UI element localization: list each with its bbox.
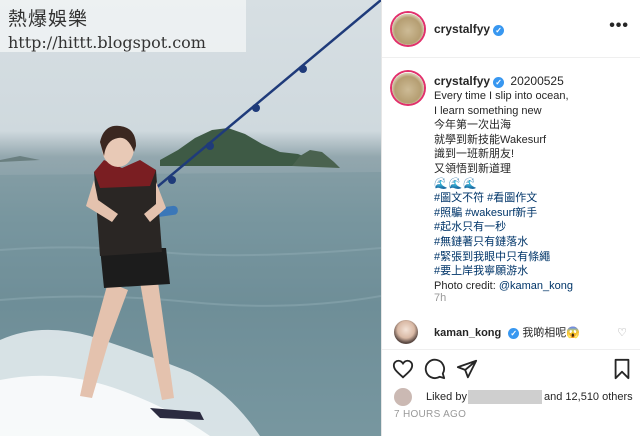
liker-avatar[interactable] [394,388,412,406]
caption-line: I learn something new [434,104,542,117]
caption-author-avatar[interactable] [392,72,424,104]
commenter-username[interactable]: kaman_kong [434,327,501,339]
liked-by-prefix: Liked by [426,391,467,403]
verified-badge-icon: ✓ [493,77,505,88]
watermark: 熱爆娛樂 http://hittt.blogspot.com [0,0,246,52]
caption-line: Every time I slip into ocean, [434,90,569,102]
caption-line: 識到一班新朋友! [434,148,515,161]
comment-like-icon[interactable]: ♡ [617,326,627,339]
caption-hashtag-line[interactable]: #圖文不符 #看圖作文 [434,191,634,206]
caption-line: 今年第一次出海 [434,119,511,132]
caption-line: 就學到新技能Wakesurf [434,133,547,146]
verified-badge-icon: ✓ [508,328,520,339]
watermark-url: http://hittt.blogspot.com [8,33,206,52]
comment-row: kaman_kong ✓ 我啲相呢😱 ♡ [382,312,640,350]
caption-hashtag-line[interactable]: #照騙 #wakesurf新手 [434,206,634,221]
more-options-icon[interactable]: ••• [609,17,629,35]
verified-badge-icon: ✓ [493,25,505,36]
author-username-row: crystalfyy ✓ [434,22,505,36]
likes-row: Liked by and 12,510 others [394,387,639,407]
comment-icon[interactable] [424,358,446,380]
caption-username[interactable]: crystalfyy [434,74,490,88]
likes-count[interactable]: and 12,510 others [544,391,633,403]
post-side-panel: crystalfyy ✓ ••• crystalfyy ✓ 20200525 Eve… [381,0,640,436]
watermark-title: 熱爆娛樂 [8,8,89,30]
caption-hashtag-line[interactable]: #起水只有一秒 [434,220,634,235]
comment-text-row: kaman_kong ✓ 我啲相呢😱 [434,324,580,340]
caption-credit-line[interactable]: Photo credit: @kaman_kong [434,279,634,294]
author-username[interactable]: crystalfyy [434,22,490,36]
post-time-ago: 7 HOURS AGO [394,409,467,420]
share-icon[interactable] [456,358,478,380]
caption-text: Every time I slip into ocean, I learn som… [434,89,634,293]
liker-name-redacted [468,390,542,404]
action-bar [382,354,640,384]
author-avatar[interactable] [392,13,424,45]
heart-icon[interactable] [392,358,414,380]
caption-hashtag-line[interactable]: #無鏈著只有鏈落水 [434,235,634,250]
caption-block: crystalfyy ✓ 20200525 Every time I slip i… [382,58,640,310]
caption-hashtag-line[interactable]: #緊張到我眼中只有條繩 [434,250,634,265]
commenter-avatar[interactable] [394,320,418,344]
wakesurf-photo-illustration [0,0,381,436]
credit-mention[interactable]: @kaman_kong [499,280,573,292]
caption-line: 又領悟到新道理 [434,162,511,175]
caption-hashtag-line[interactable]: #要上岸我寧願游水 [434,264,634,279]
bookmark-icon[interactable] [612,358,632,380]
caption-line: 🌊🌊🌊 [434,177,479,190]
post-header: crystalfyy ✓ ••• [382,0,640,58]
caption-header: crystalfyy ✓ 20200525 [434,74,564,88]
post-photo[interactable]: 熱爆娛樂 http://hittt.blogspot.com [0,0,381,436]
caption-date: 20200525 [510,74,564,88]
caption-age: 7h [434,292,447,304]
comment-text: 我啲相呢😱 [522,327,581,339]
